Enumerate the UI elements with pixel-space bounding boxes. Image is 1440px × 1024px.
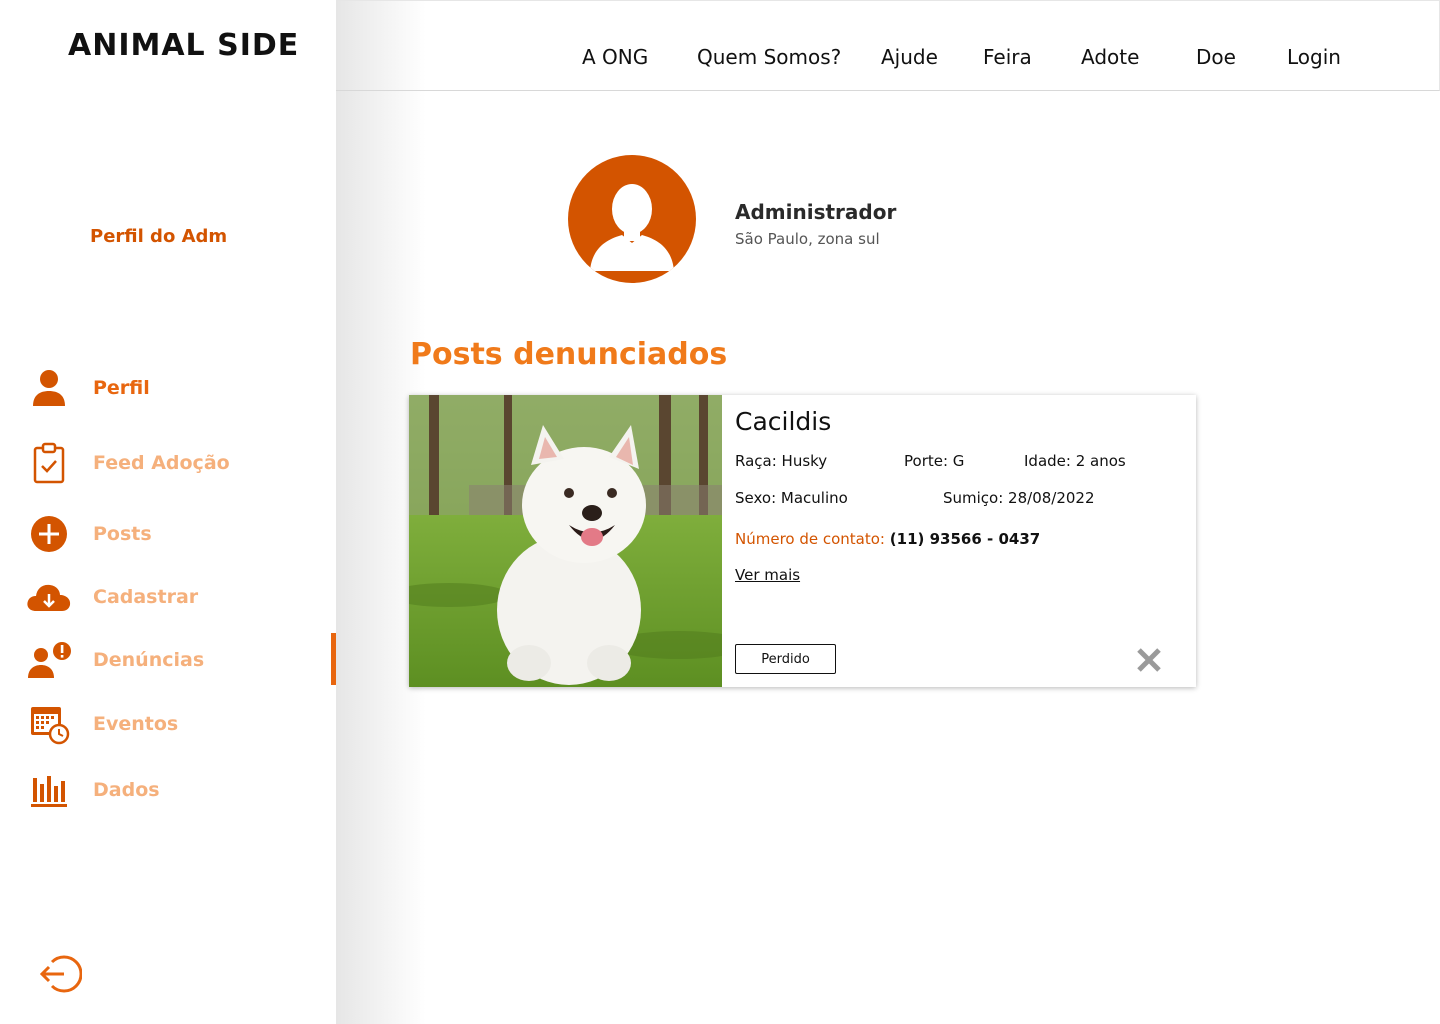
- sidebar-item-label: Perfil: [93, 377, 150, 399]
- nav-link-feira[interactable]: Feira: [983, 45, 1032, 69]
- sidebar-item-eventos[interactable]: Eventos: [0, 697, 336, 751]
- logout-icon[interactable]: [38, 952, 83, 996]
- nav-link-quem-somos[interactable]: Quem Somos?: [697, 45, 841, 69]
- sidebar-item-feed-adocao[interactable]: Feed Adoção: [0, 436, 336, 490]
- nav-link-adote[interactable]: Adote: [1081, 45, 1139, 69]
- pet-name: Cacildis: [735, 407, 832, 436]
- dog-photo: [409, 395, 722, 687]
- sidebar: ANIMAL SIDE Perfil do Adm Perfil Feed Ad…: [0, 0, 336, 1024]
- pet-breed: Raça: Husky: [735, 452, 828, 470]
- nav-link-login[interactable]: Login: [1287, 45, 1341, 69]
- user-icon: [26, 365, 72, 411]
- sidebar-item-label: Denúncias: [93, 649, 205, 671]
- close-icon[interactable]: [1134, 645, 1164, 675]
- sidebar-item-cadastrar[interactable]: Cadastrar: [0, 570, 336, 624]
- top-nav: A ONG Quem Somos? Ajude Feira Adote Doe …: [336, 0, 1440, 91]
- user-silhouette-icon: [590, 184, 674, 271]
- pet-sex: Sexo: Maculino: [735, 489, 848, 507]
- pet-age: Idade: 2 anos: [1024, 452, 1126, 470]
- contact-label: Número de contato:: [735, 530, 885, 548]
- plus-circle-icon: [26, 511, 72, 557]
- pet-missing-date: Sumiço: 28/08/2022: [943, 489, 1095, 507]
- sidebar-item-perfil[interactable]: Perfil: [0, 361, 336, 415]
- sidebar-item-dados[interactable]: Dados: [0, 763, 336, 817]
- cloud-download-icon: [26, 574, 72, 620]
- reported-post-card: Cacildis Raça: Husky Porte: G Idade: 2 a…: [409, 395, 1196, 687]
- sidebar-item-label: Dados: [93, 779, 160, 801]
- sidebar-item-denuncias[interactable]: Denúncias: [0, 633, 336, 687]
- pet-size: Porte: G: [904, 452, 965, 470]
- sidebar-item-label: Cadastrar: [93, 586, 199, 608]
- bar-chart-icon: [26, 767, 72, 813]
- see-more-link[interactable]: Ver mais: [735, 566, 800, 584]
- sidebar-item-label: Feed Adoção: [93, 452, 230, 474]
- sidebar-item-label: Posts: [93, 523, 152, 545]
- sidebar-title: Perfil do Adm: [90, 226, 228, 247]
- nav-link-ajude[interactable]: Ajude: [881, 45, 938, 69]
- user-alert-icon: [26, 637, 72, 683]
- contact-number: (11) 93566 - 0437: [889, 530, 1041, 548]
- sidebar-item-posts[interactable]: Posts: [0, 507, 336, 561]
- avatar: [568, 155, 696, 283]
- section-title: Posts denunciados: [410, 337, 728, 372]
- status-tag-button[interactable]: Perdido: [735, 644, 836, 674]
- brand-logo[interactable]: ANIMAL SIDE: [68, 28, 299, 63]
- nav-link-doe[interactable]: Doe: [1196, 45, 1236, 69]
- admin-name: Administrador: [735, 200, 897, 224]
- nav-link-a-ong[interactable]: A ONG: [582, 45, 648, 69]
- clipboard-check-icon: [26, 440, 72, 486]
- calendar-clock-icon: [26, 701, 72, 747]
- sidebar-item-label: Eventos: [93, 713, 179, 735]
- admin-location: São Paulo, zona sul: [735, 230, 880, 248]
- contact-line: Número de contato: (11) 93566 - 0437: [735, 530, 1040, 548]
